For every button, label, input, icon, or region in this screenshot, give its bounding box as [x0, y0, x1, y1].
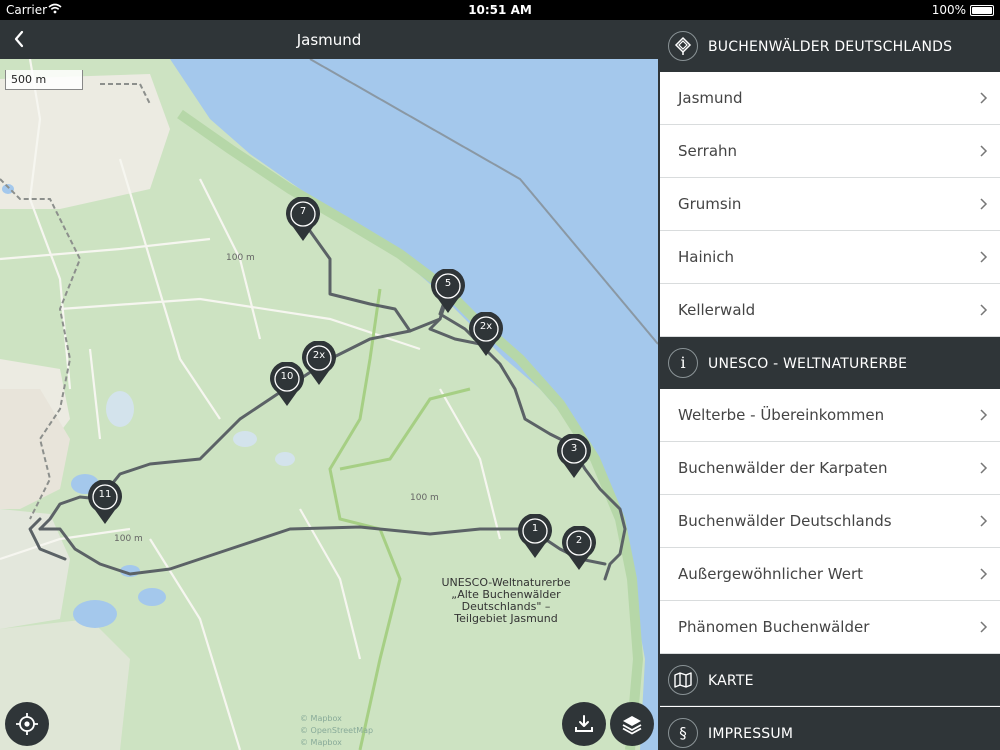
marker-label: 1 [531, 523, 539, 534]
info-icon: i [668, 348, 698, 378]
menu-item-label: Buchenwälder Deutschlands [678, 512, 892, 530]
map-canvas[interactable] [0, 59, 658, 750]
menu-item-label: Welterbe - Übereinkommen [678, 406, 885, 424]
menu-item-label: Buchenwälder der Karpaten [678, 459, 888, 477]
contour-label: 100 m [226, 253, 255, 263]
section-title: UNESCO - WELTNATURERBE [708, 356, 908, 372]
marker-label: 2 [575, 535, 583, 546]
map-marker-7[interactable]: 7 [284, 196, 322, 243]
beech-leaf-icon [668, 31, 698, 61]
menu-item-serrahn[interactable]: Serrahn [660, 125, 1000, 178]
marker-label: 3 [570, 443, 578, 454]
menu-item-label: Grumsin [678, 195, 742, 213]
menu-item-label: Hainich [678, 248, 735, 266]
paragraph-glyph: § [679, 724, 687, 742]
battery-icon [970, 5, 994, 16]
map-header: Jasmund [0, 20, 658, 59]
menu-item-wert[interactable]: Außergewöhnlicher Wert [660, 548, 1000, 601]
info-glyph: i [680, 353, 686, 372]
contour-label: 100 m [410, 493, 439, 503]
menu-item-kellerwald[interactable]: Kellerwald [660, 284, 1000, 337]
marker-label: 7 [299, 206, 307, 217]
side-menu-panel: BUCHENWÄLDER DEUTSCHLANDS Jasmund Serrah… [658, 20, 1000, 750]
section-header-buchenwaelder[interactable]: BUCHENWÄLDER DEUTSCHLANDS [660, 20, 1000, 72]
map-marker-1[interactable]: 1 [516, 513, 554, 560]
map-marker-11[interactable]: 11 [86, 479, 124, 526]
map-view[interactable]: 500 m 100 m 100 m 100 m UNESCO-Weltnatur… [0, 59, 658, 750]
chevron-right-icon [980, 251, 988, 263]
map-marker-5[interactable]: 5 [429, 268, 467, 315]
section-header-unesco[interactable]: i UNESCO - WELTNATURERBE [660, 337, 1000, 389]
download-tray-icon [575, 715, 593, 732]
marker-label: 2x [479, 321, 493, 332]
chevron-right-icon [980, 198, 988, 210]
section-title: BUCHENWÄLDER DEUTSCHLANDS [708, 39, 953, 55]
attribution-line: © Mapbox [300, 714, 342, 723]
paragraph-icon: § [668, 718, 698, 748]
map-icon [668, 665, 698, 695]
menu-item-label: Serrahn [678, 142, 738, 160]
menu-item-karpaten[interactable]: Buchenwälder der Karpaten [660, 442, 1000, 495]
marker-label: 2x [312, 350, 326, 361]
menu-item-label: Außergewöhnlicher Wert [678, 565, 864, 583]
chevron-right-icon [980, 304, 988, 316]
chevron-right-icon [980, 92, 988, 104]
map-attribution: © Mapbox © OpenStreetMap © Mapbox [300, 713, 373, 749]
contour-label: 100 m [114, 534, 143, 544]
menu-item-deutschlands[interactable]: Buchenwälder Deutschlands [660, 495, 1000, 548]
map-marker-cluster[interactable]: 2x [467, 311, 505, 358]
menu-item-phaenomen[interactable]: Phänomen Buchenwälder [660, 601, 1000, 654]
map-marker-2[interactable]: 2 [560, 525, 598, 572]
chevron-right-icon [980, 409, 988, 421]
status-bar: Carrier 10:51 AM 100% [0, 0, 1000, 20]
attribution-line: © Mapbox [300, 738, 342, 747]
battery-percent: 100% [931, 3, 966, 17]
menu-item-label: Kellerwald [678, 301, 756, 319]
map-marker-10[interactable]: 10 [268, 361, 306, 408]
map-scale-bar: 500 m [5, 70, 83, 90]
download-map-button[interactable] [562, 702, 606, 746]
chevron-right-icon [980, 515, 988, 527]
map-layers-button[interactable] [610, 702, 654, 746]
layers-icon [622, 716, 642, 735]
menu-item-welterbe[interactable]: Welterbe - Übereinkommen [660, 389, 1000, 442]
menu-item-grumsin[interactable]: Grumsin [660, 178, 1000, 231]
map-marker-3[interactable]: 3 [555, 433, 593, 480]
section-header-karte[interactable]: KARTE [660, 654, 1000, 706]
chevron-right-icon [980, 145, 988, 157]
locate-me-button[interactable] [5, 702, 49, 746]
protected-area-label: UNESCO-Weltnaturerbe „Alte Buchenwälder … [441, 576, 571, 625]
menu-item-hainich[interactable]: Hainich [660, 231, 1000, 284]
attribution-line: © OpenStreetMap [300, 726, 374, 735]
section-title: KARTE [708, 673, 754, 689]
clock: 10:51 AM [468, 3, 532, 17]
marker-label: 10 [280, 371, 294, 382]
map-title: Jasmund [296, 31, 362, 49]
menu-item-label: Phänomen Buchenwälder [678, 618, 870, 636]
menu-item-jasmund[interactable]: Jasmund [660, 72, 1000, 125]
section-title: IMPRESSUM [708, 726, 794, 742]
marker-label: 5 [444, 278, 452, 289]
section-header-impressum[interactable]: § IMPRESSUM [660, 707, 1000, 750]
chevron-right-icon [980, 621, 988, 633]
chevron-right-icon [980, 462, 988, 474]
menu-item-label: Jasmund [678, 89, 743, 107]
chevron-right-icon [980, 568, 988, 580]
marker-label: 11 [98, 489, 112, 500]
crosshair-icon [16, 713, 38, 735]
